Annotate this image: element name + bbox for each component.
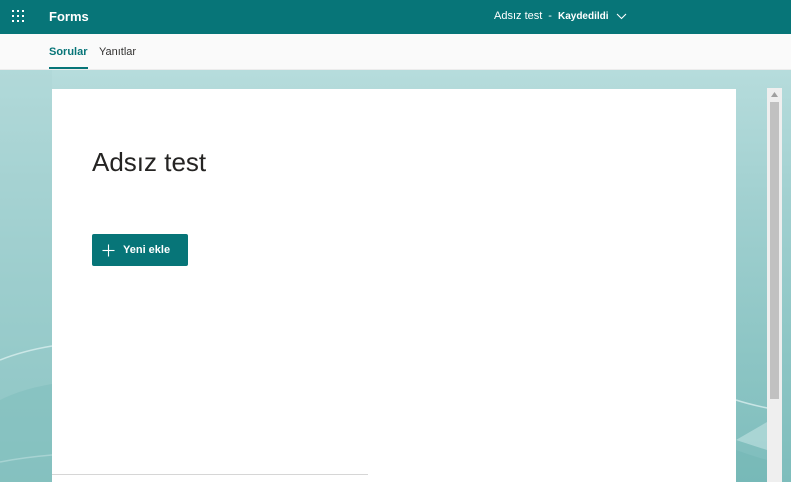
- app-launcher-icon[interactable]: [12, 10, 26, 24]
- tab-bar: Sorular Yanıtlar: [0, 34, 791, 70]
- app-name[interactable]: Forms: [49, 9, 89, 24]
- form-card: Adsız test Yeni ekle: [52, 89, 736, 482]
- tab-responses[interactable]: Yanıtlar: [99, 46, 136, 58]
- document-title: Adsız test: [494, 10, 543, 22]
- add-new-button[interactable]: Yeni ekle: [92, 234, 188, 266]
- plus-icon: [102, 244, 115, 256]
- add-new-label: Yeni ekle: [123, 244, 171, 256]
- form-title[interactable]: Adsız test: [92, 147, 206, 178]
- card-divider: [52, 474, 368, 475]
- suite-header: Forms Adsız test - Kaydedildi: [0, 0, 791, 34]
- title-separator: -: [548, 10, 552, 22]
- save-status: Kaydedildi: [557, 10, 609, 22]
- document-title-status[interactable]: Adsız test - Kaydedildi: [494, 10, 627, 22]
- scroll-up-arrow-icon[interactable]: [767, 88, 782, 101]
- vertical-scrollbar[interactable]: [767, 88, 782, 482]
- chevron-down-icon: [616, 13, 626, 19]
- scroll-thumb[interactable]: [770, 102, 779, 399]
- tab-questions[interactable]: Sorular: [49, 46, 88, 69]
